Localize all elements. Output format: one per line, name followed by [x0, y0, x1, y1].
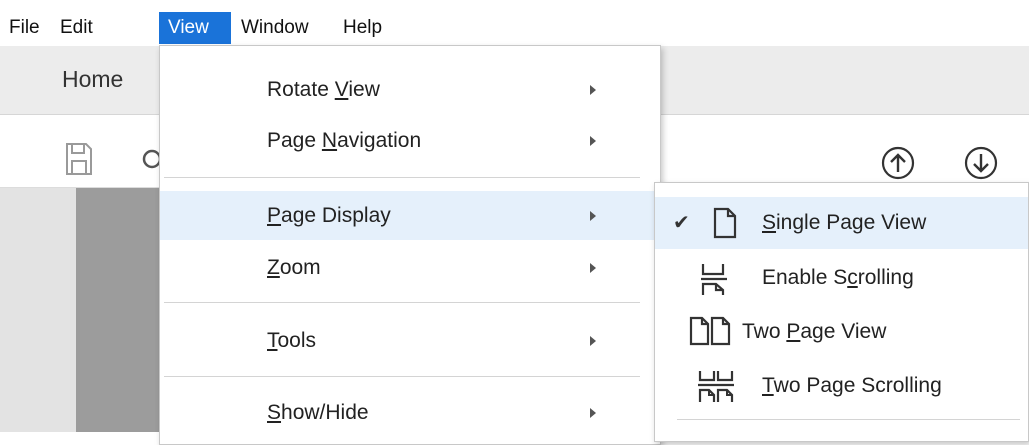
page-display-submenu: ✔ Single Page View Enable Scrolling Two …	[654, 182, 1029, 442]
menu-item-page-navigation[interactable]: Page Navigation	[160, 119, 660, 163]
mnemonic: N	[321, 129, 338, 152]
submenu-item-enable-scrolling[interactable]: Enable Scrolling	[655, 253, 1028, 303]
tab-home[interactable]: Home	[62, 66, 123, 93]
menu-separator	[164, 177, 640, 178]
menu-item-label: Tools	[267, 318, 316, 364]
save-icon[interactable]	[64, 141, 94, 177]
submenu-item-single-page-view[interactable]: ✔ Single Page View	[655, 197, 1028, 249]
checkmark-icon: ✔	[673, 212, 690, 234]
mnemonic: T	[762, 374, 774, 397]
submenu-arrow-icon	[590, 136, 596, 146]
menu-separator	[164, 302, 640, 303]
mnemonic: c	[847, 266, 858, 289]
mnemonic: T	[267, 329, 278, 352]
menu-item-label: Page Navigation	[267, 119, 421, 163]
submenu-item-label: Enable Scrolling	[762, 253, 914, 303]
menu-item-tools[interactable]: Tools	[160, 318, 660, 364]
submenu-item-label: Single Page View	[762, 197, 926, 249]
left-navigation-panel	[0, 188, 76, 432]
two-page-icon	[689, 316, 731, 346]
submenu-item-two-page-view[interactable]: Two Page View	[655, 308, 1028, 356]
label-part: rolling	[857, 266, 914, 289]
two-page-scrolling-icon	[698, 371, 734, 402]
submenu-arrow-icon	[590, 263, 596, 273]
label-part: ools	[277, 329, 317, 352]
submenu-item-two-page-scrolling[interactable]: Two Page Scrolling	[655, 361, 1028, 411]
scrolling-icon	[701, 264, 727, 295]
menu-item-label: Rotate View	[267, 68, 380, 112]
menu-item-label: Page Display	[267, 191, 391, 240]
menu-item-zoom[interactable]: Zoom	[160, 245, 660, 291]
label-part: avigation	[337, 129, 422, 152]
menu-item-page-display[interactable]: Page Display	[160, 191, 660, 240]
label-part: Enable S	[762, 266, 848, 289]
mnemonic: V	[334, 78, 349, 101]
mnemonic: Z	[267, 256, 280, 279]
submenu-arrow-icon	[590, 336, 596, 346]
menu-item-label: Show/Hide	[267, 390, 369, 436]
menu-item-rotate-view[interactable]: Rotate View	[160, 68, 660, 112]
submenu-arrow-icon	[590, 85, 596, 95]
label-part: age View	[800, 320, 887, 343]
label-part: Two	[742, 320, 787, 343]
menu-item-show-hide[interactable]: Show/Hide	[160, 390, 660, 436]
mnemonic: P	[786, 320, 801, 343]
menu-view[interactable]: View	[159, 12, 231, 44]
label-part: age Display	[281, 204, 391, 227]
single-page-icon	[713, 207, 737, 239]
label-part: Page	[267, 129, 322, 152]
mnemonic: S	[267, 401, 282, 424]
menu-help[interactable]: Help	[334, 12, 391, 44]
menu-separator	[164, 376, 640, 377]
menu-window[interactable]: Window	[232, 12, 318, 44]
submenu-arrow-icon	[590, 210, 596, 221]
mnemonic: P	[267, 204, 282, 227]
previous-page-icon[interactable]	[880, 145, 916, 181]
menu-bar: File Edit View Window Help	[0, 0, 1029, 46]
submenu-arrow-icon	[590, 408, 596, 418]
label-part: wo Page Scrolling	[773, 374, 942, 397]
label-part: iew	[348, 78, 380, 101]
submenu-item-label: Two Page Scrolling	[762, 361, 942, 411]
menu-separator	[677, 419, 1020, 420]
submenu-item-label: Two Page View	[742, 308, 886, 356]
next-page-icon[interactable]	[963, 145, 999, 181]
label-part: Rotate	[267, 78, 335, 101]
menu-file[interactable]: File	[0, 12, 49, 44]
view-menu: Rotate View Page Navigation Page Display…	[159, 45, 661, 445]
menu-item-label: Zoom	[267, 245, 321, 291]
label-part: oom	[279, 256, 321, 279]
label-part: ingle Page View	[776, 211, 927, 234]
mnemonic: S	[762, 211, 777, 234]
menu-edit[interactable]: Edit	[51, 12, 102, 44]
label-part: how/Hide	[281, 401, 369, 424]
